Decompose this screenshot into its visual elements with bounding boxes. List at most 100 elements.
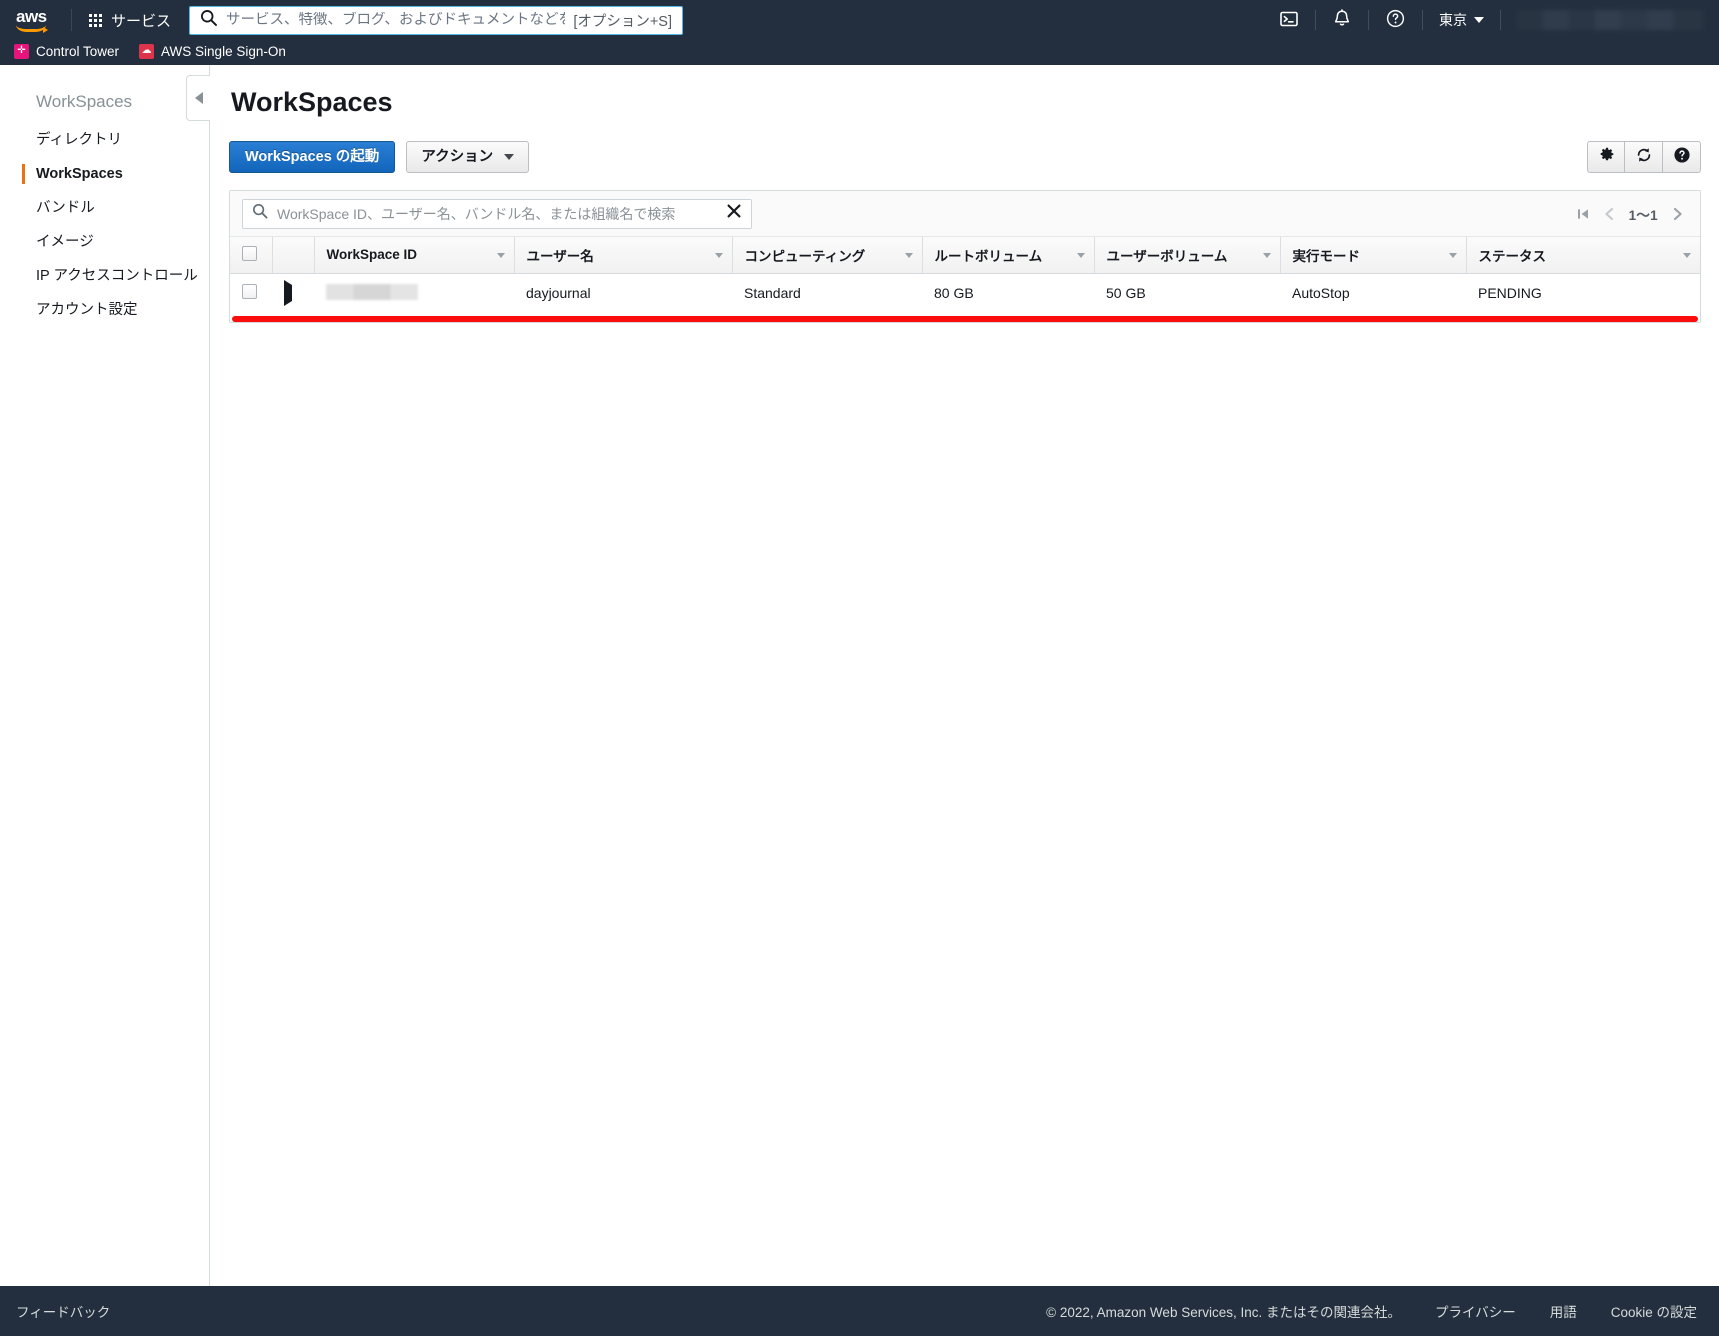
sidebar-item-bundles[interactable]: バンドル	[0, 191, 209, 225]
question-circle-icon	[1673, 146, 1691, 169]
region-selector[interactable]: 東京	[1423, 0, 1500, 40]
cloudshell-icon	[1280, 10, 1298, 31]
top-nav-right-group: 東京	[1263, 0, 1705, 40]
red-annotation-line	[232, 316, 1698, 322]
close-x-icon[interactable]	[726, 203, 742, 224]
table-head: WorkSpace ID ユーザー名 コンピューティング ルートボリューム ユー…	[230, 237, 1700, 274]
column-header-running-mode[interactable]: 実行モード	[1279, 237, 1466, 274]
expand-row-icon[interactable]	[284, 280, 292, 307]
page-title: WorkSpaces	[231, 87, 393, 117]
column-header-compute[interactable]: コンピューティング	[731, 237, 922, 274]
pagination-controls: 1〜1	[1576, 204, 1692, 224]
control-tower-icon: ✛	[14, 43, 29, 59]
question-circle-icon	[1386, 9, 1405, 31]
favorite-label: AWS Single Sign-On	[161, 43, 286, 59]
global-search-input[interactable]	[226, 12, 566, 28]
favorite-aws-sso[interactable]: ☁ AWS Single Sign-On	[139, 43, 286, 59]
cookie-preferences-link[interactable]: Cookie の設定	[1611, 1301, 1697, 1321]
workspaces-table: WorkSpace ID ユーザー名 コンピューティング ルートボリューム ユー…	[230, 237, 1700, 313]
sort-caret-icon	[496, 252, 505, 258]
select-all-checkbox[interactable]	[242, 245, 257, 261]
column-label: ユーザーボリューム	[1106, 248, 1228, 264]
help-panel-button[interactable]	[1663, 141, 1701, 173]
actions-dropdown-button[interactable]: アクション	[406, 141, 530, 173]
first-page-icon[interactable]	[1576, 207, 1590, 221]
top-navigation-bar: aws サービス [オプション+S]	[0, 0, 1719, 40]
refresh-button[interactable]	[1625, 141, 1663, 173]
main-content: WorkSpaces WorkSpaces の起動 アクション WorkSpac…	[210, 65, 1719, 1311]
aws-logo[interactable]: aws	[16, 7, 58, 33]
cell-workspace-id	[314, 273, 514, 313]
sort-caret-icon	[1448, 252, 1457, 258]
chevron-left-icon	[194, 92, 203, 104]
page-footer: フィードバック © 2022, Amazon Web Services, Inc…	[0, 1286, 1719, 1336]
sidebar-item-account-settings[interactable]: アカウント設定	[0, 293, 209, 327]
favorites-bar: ✛ Control Tower ☁ AWS Single Sign-On	[0, 40, 1719, 65]
table-row[interactable]: dayjournal Standard 80 GB 50 GB AutoStop…	[230, 273, 1700, 313]
sort-caret-icon	[1262, 252, 1271, 258]
search-icon	[200, 9, 217, 31]
row-checkbox[interactable]	[242, 284, 257, 300]
cloudshell-button[interactable]	[1263, 0, 1315, 40]
sidebar-title: WorkSpaces	[36, 92, 133, 111]
terms-link[interactable]: 用語	[1550, 1301, 1577, 1321]
bell-icon	[1333, 9, 1351, 31]
table-search-input[interactable]	[277, 205, 717, 222]
chevron-down-icon	[1474, 17, 1484, 23]
expander-header	[271, 237, 314, 274]
column-label: ユーザー名	[526, 248, 594, 264]
aws-smile-icon	[16, 25, 48, 33]
chevron-down-icon	[504, 154, 515, 160]
toolbar-icon-group	[1587, 141, 1701, 173]
select-all-header	[230, 237, 272, 274]
account-menu-redacted[interactable]	[1517, 10, 1703, 30]
single-sign-on-icon: ☁	[139, 43, 155, 59]
search-shortcut-hint: [オプション+S]	[573, 13, 673, 30]
grid-icon	[89, 13, 102, 27]
sort-caret-icon	[1683, 252, 1691, 258]
column-header-status[interactable]: ステータス	[1465, 237, 1700, 274]
status-badge: PENDING	[1478, 285, 1542, 302]
sidebar-collapse-button[interactable]	[186, 75, 210, 121]
services-menu-button[interactable]: サービス	[85, 5, 175, 36]
actions-label: アクション	[421, 148, 494, 165]
sidebar-item-workspaces[interactable]: WorkSpaces	[0, 157, 209, 191]
gear-icon	[1598, 146, 1615, 168]
column-label: ルートボリューム	[934, 248, 1043, 264]
sort-caret-icon	[1076, 252, 1085, 258]
sidebar-item-directories[interactable]: ディレクトリ	[0, 123, 209, 157]
table-body: dayjournal Standard 80 GB 50 GB AutoStop…	[230, 273, 1700, 313]
notifications-button[interactable]	[1316, 0, 1368, 40]
column-header-root-volume[interactable]: ルートボリューム	[921, 237, 1094, 274]
column-header-user-volume[interactable]: ユーザーボリューム	[1093, 237, 1280, 274]
next-page-icon[interactable]	[1671, 207, 1684, 221]
feedback-link[interactable]: フィードバック	[16, 1301, 110, 1321]
column-label: 実行モード	[1292, 248, 1361, 264]
refresh-icon	[1635, 146, 1653, 169]
settings-button[interactable]	[1587, 141, 1625, 173]
cell-root-volume: 80 GB	[934, 285, 974, 302]
privacy-link[interactable]: プライバシー	[1435, 1301, 1516, 1321]
action-toolbar: WorkSpaces の起動 アクション	[229, 141, 1701, 173]
table-search-box[interactable]	[242, 198, 752, 229]
sidebar-item-ip-access-control[interactable]: IP アクセスコントロール	[0, 259, 209, 293]
row-select-cell	[230, 273, 272, 313]
nav-separator	[1500, 10, 1501, 30]
sidebar-item-label: アカウント設定	[36, 302, 138, 318]
favorite-control-tower[interactable]: ✛ Control Tower	[14, 43, 119, 59]
sort-caret-icon	[714, 252, 723, 258]
column-header-workspace-id[interactable]: WorkSpace ID	[313, 237, 514, 274]
help-button[interactable]	[1369, 0, 1422, 40]
sidebar-item-images[interactable]: イメージ	[0, 225, 209, 259]
global-search-box[interactable]: [オプション+S]	[189, 5, 684, 35]
launch-workspaces-button[interactable]: WorkSpaces の起動	[229, 141, 396, 173]
cell-running-mode: AutoStop	[1292, 285, 1350, 302]
column-header-user-name[interactable]: ユーザー名	[513, 237, 732, 274]
sidebar-item-label: イメージ	[36, 234, 94, 250]
cell-user-name: dayjournal	[526, 285, 591, 302]
region-label: 東京	[1439, 12, 1467, 28]
workspace-id-redacted	[326, 283, 418, 300]
sidebar: WorkSpaces ディレクトリ WorkSpaces バンドル イメージ I…	[0, 65, 210, 1311]
column-label: WorkSpace ID	[326, 247, 418, 263]
prev-page-icon[interactable]	[1603, 207, 1616, 221]
